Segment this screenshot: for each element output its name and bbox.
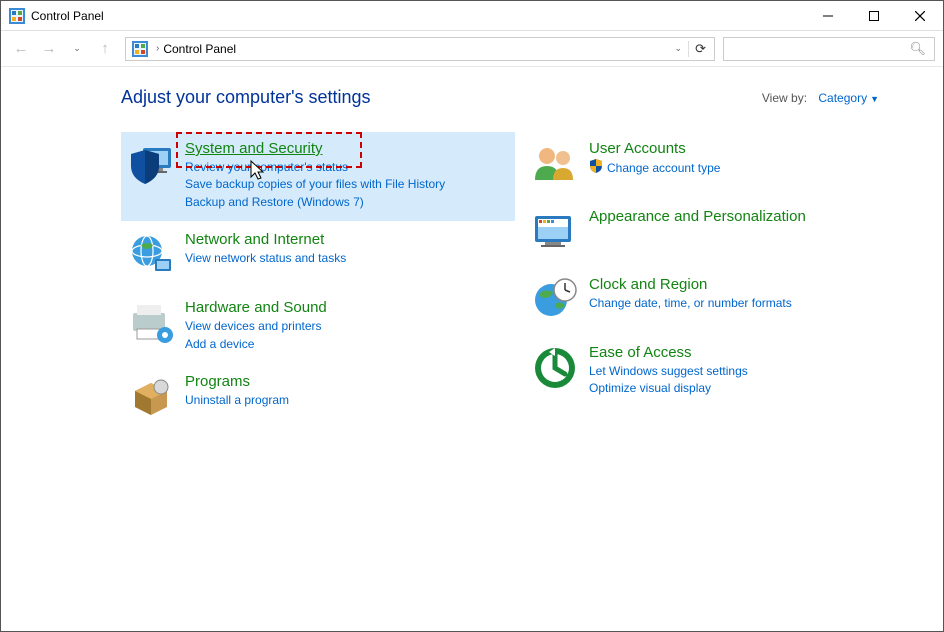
category-title[interactable]: Ease of Access xyxy=(589,344,692,361)
content-area: Adjust your computer's settings View by:… xyxy=(1,67,943,453)
search-box[interactable]: 🔍︎ xyxy=(723,37,935,61)
category-clock-region[interactable]: Clock and Region Change date, time, or n… xyxy=(525,268,919,334)
shield-monitor-icon xyxy=(127,140,175,188)
sublink[interactable]: Uninstall a program xyxy=(185,392,509,409)
refresh-button[interactable]: ⟳ xyxy=(688,41,712,57)
sublink[interactable]: Optimize visual display xyxy=(589,380,913,397)
category-user-accounts[interactable]: User Accounts Change account type xyxy=(525,132,919,198)
category-appearance-personalization[interactable]: Appearance and Personalization xyxy=(525,200,919,266)
category-title[interactable]: User Accounts xyxy=(589,140,686,157)
content-header: Adjust your computer's settings View by:… xyxy=(121,87,919,108)
view-by-control[interactable]: View by: Category▼ xyxy=(762,91,879,105)
search-input[interactable] xyxy=(724,42,901,56)
category-title[interactable]: Hardware and Sound xyxy=(185,299,327,316)
breadcrumb-chevron-icon[interactable]: › xyxy=(152,43,163,54)
forward-button[interactable]: → xyxy=(37,37,61,61)
view-by-value[interactable]: Category xyxy=(818,91,867,105)
user-accounts-icon xyxy=(531,140,579,188)
sublink[interactable]: View network status and tasks xyxy=(185,250,509,267)
sublink[interactable]: View devices and printers xyxy=(185,318,509,335)
category-title[interactable]: System and Security xyxy=(185,140,323,157)
sublink[interactable]: Let Windows suggest settings xyxy=(589,363,913,380)
sublink[interactable]: Review your computer's status xyxy=(185,159,509,176)
maximize-button[interactable] xyxy=(851,1,897,31)
dropdown-arrow-icon: ▼ xyxy=(870,94,879,104)
page-title: Adjust your computer's settings xyxy=(121,87,371,108)
appearance-icon xyxy=(531,208,579,256)
category-title[interactable]: Clock and Region xyxy=(589,276,707,293)
back-button[interactable]: ← xyxy=(9,37,33,61)
sublink[interactable]: Backup and Restore (Windows 7) xyxy=(185,194,509,211)
window-controls xyxy=(805,1,943,31)
breadcrumb-location[interactable]: Control Panel xyxy=(163,42,668,56)
sublink[interactable]: Change account type xyxy=(607,160,720,177)
clock-globe-icon xyxy=(531,276,579,324)
control-panel-icon xyxy=(9,8,25,24)
titlebar: Control Panel xyxy=(1,1,943,31)
globe-network-icon xyxy=(127,231,175,279)
minimize-button[interactable] xyxy=(805,1,851,31)
category-title[interactable]: Programs xyxy=(185,373,250,390)
view-by-label: View by: xyxy=(762,91,807,105)
sublink[interactable]: Change date, time, or number formats xyxy=(589,295,913,312)
category-system-security[interactable]: System and Security Review your computer… xyxy=(121,132,515,221)
category-programs[interactable]: Programs Uninstall a program xyxy=(121,365,515,431)
ease-of-access-icon xyxy=(531,344,579,392)
right-column: User Accounts Change account type Appear… xyxy=(525,132,919,433)
category-title[interactable]: Appearance and Personalization xyxy=(589,208,806,225)
close-button[interactable] xyxy=(897,1,943,31)
up-button[interactable]: ↑ xyxy=(93,37,117,61)
programs-box-icon xyxy=(127,373,175,421)
sublink[interactable]: Add a device xyxy=(185,336,509,353)
window-title: Control Panel xyxy=(31,9,104,23)
address-bar[interactable]: › Control Panel ⌄ ⟳ xyxy=(125,37,715,61)
sublink[interactable]: Save backup copies of your files with Fi… xyxy=(185,176,509,193)
category-columns: System and Security Review your computer… xyxy=(121,132,919,433)
uac-shield-icon xyxy=(589,159,603,178)
category-network-internet[interactable]: Network and Internet View network status… xyxy=(121,223,515,289)
address-dropdown-icon[interactable]: ⌄ xyxy=(669,43,689,54)
navbar: ← → ⌄ ↑ › Control Panel ⌄ ⟳ 🔍︎ xyxy=(1,31,943,67)
control-panel-icon xyxy=(132,41,148,57)
search-icon[interactable]: 🔍︎ xyxy=(901,41,934,57)
printer-hardware-icon xyxy=(127,299,175,347)
category-title[interactable]: Network and Internet xyxy=(185,231,324,248)
left-column: System and Security Review your computer… xyxy=(121,132,515,433)
category-hardware-sound[interactable]: Hardware and Sound View devices and prin… xyxy=(121,291,515,363)
recent-dropdown[interactable]: ⌄ xyxy=(65,37,89,61)
category-ease-of-access[interactable]: Ease of Access Let Windows suggest setti… xyxy=(525,336,919,408)
